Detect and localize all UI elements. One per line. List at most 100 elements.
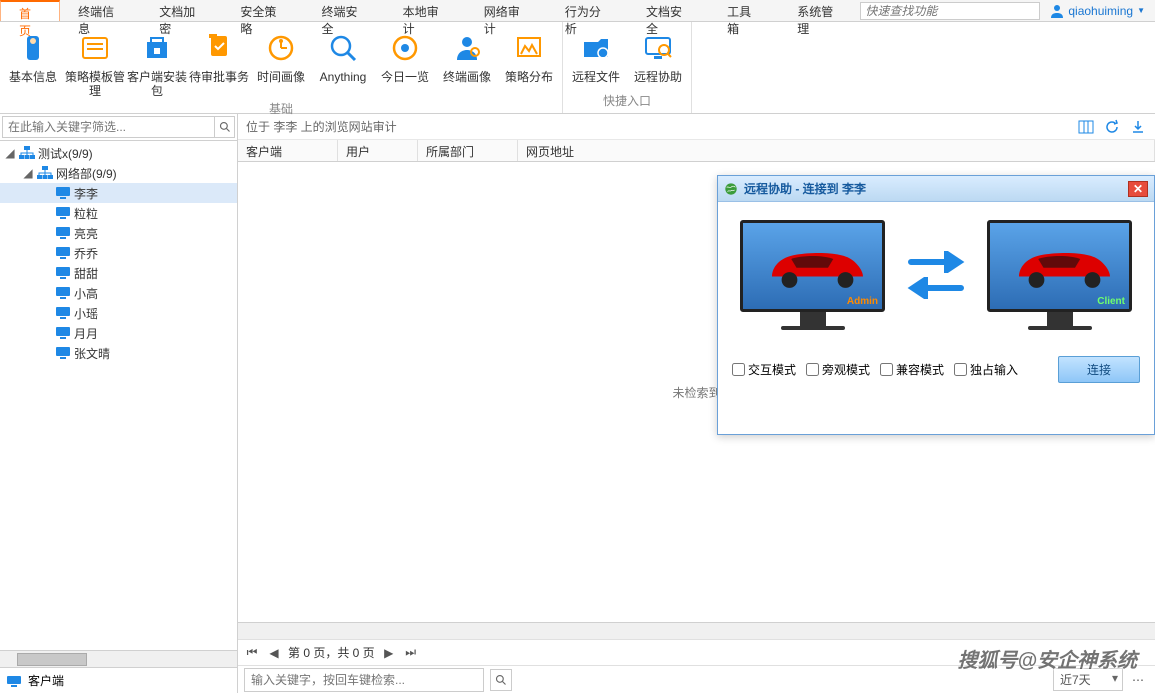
- org-icon: [37, 166, 53, 180]
- search-icon: [495, 674, 507, 686]
- refresh-button[interactable]: [1103, 118, 1121, 136]
- admin-label: Admin: [847, 296, 878, 307]
- sidebar-footer-tab[interactable]: 客户端: [0, 667, 237, 693]
- top-tab-10[interactable]: 系统管理: [779, 0, 860, 21]
- tree-member[interactable]: 甜甜: [0, 263, 237, 283]
- client-label: Client: [1097, 296, 1125, 307]
- top-tab-2[interactable]: 文档加密: [141, 0, 222, 21]
- dialog-close-button[interactable]: ✕: [1128, 181, 1148, 197]
- tree-member[interactable]: 乔乔: [0, 243, 237, 263]
- ribbon-group-label: 快捷入口: [565, 90, 689, 111]
- sidebar-scrollbar[interactable]: [0, 650, 237, 667]
- ribbon-基本信息[interactable]: 基本信息: [2, 26, 64, 98]
- top-tab-1[interactable]: 终端信息: [60, 0, 141, 21]
- user-icon: [1050, 4, 1064, 18]
- ribbon-终端画像[interactable]: 终端画像: [436, 26, 498, 98]
- tree-member[interactable]: 小高: [0, 283, 237, 303]
- filter-input[interactable]: [2, 116, 215, 138]
- ribbon-远程文件[interactable]: 远程文件: [565, 26, 627, 90]
- dialog-titlebar[interactable]: 远程协助 - 连接到 李李 ✕: [718, 176, 1154, 202]
- pc-icon: [55, 266, 71, 280]
- pager-last[interactable]: ⏭: [403, 645, 419, 661]
- pager-prev[interactable]: ◀: [266, 645, 282, 661]
- tree-member[interactable]: 亮亮: [0, 223, 237, 243]
- dropdown-expand[interactable]: ⋯: [1127, 669, 1149, 691]
- col-user[interactable]: 用户: [338, 140, 418, 161]
- ribbon-icon: [17, 32, 49, 64]
- ribbon: 基本信息策略模板管理客户端安装包待审批事务时间画像Anything今日一览终端画…: [0, 22, 1155, 114]
- keyword-search-input[interactable]: [244, 668, 484, 692]
- keyword-search-button[interactable]: [490, 669, 512, 691]
- ribbon-今日一览[interactable]: 今日一览: [374, 26, 436, 98]
- top-tab-7[interactable]: 行为分析: [547, 0, 628, 21]
- car-icon: [765, 241, 870, 291]
- ribbon-时间画像[interactable]: 时间画像: [250, 26, 312, 98]
- bottom-search-bar: 近7天 ⋯: [238, 665, 1155, 693]
- ribbon-策略分布[interactable]: 策略分布: [498, 26, 560, 98]
- tree-member[interactable]: 月月: [0, 323, 237, 343]
- ribbon-icon: [203, 32, 235, 64]
- breadcrumb-bar: 位于 李李 上的浏览网站审计: [238, 114, 1155, 140]
- empty-message: 未检索到: [672, 384, 720, 401]
- content-scrollbar[interactable]: [238, 622, 1155, 639]
- col-client[interactable]: 客户端: [238, 140, 338, 161]
- ribbon-icon: [327, 32, 359, 64]
- tree-member[interactable]: 张文晴: [0, 343, 237, 363]
- collapse-icon[interactable]: ◢: [22, 166, 34, 180]
- date-range-dropdown[interactable]: 近7天: [1053, 668, 1123, 691]
- mode-checkbox-0[interactable]: 交互模式: [732, 361, 796, 378]
- connect-button[interactable]: 连接: [1058, 356, 1140, 383]
- mode-checkbox-3[interactable]: 独占输入: [954, 361, 1018, 378]
- ribbon-icon: [451, 32, 483, 64]
- monitor-icon: [6, 675, 22, 687]
- ribbon-icon: [642, 32, 674, 64]
- car-icon: [1012, 241, 1117, 291]
- top-tab-8[interactable]: 文档安全: [628, 0, 709, 21]
- ribbon-客户端安装包[interactable]: 客户端安装包: [126, 26, 188, 98]
- top-tab-bar: 首页终端信息文档加密安全策略终端安全本地审计网络审计行为分析文档安全工具箱系统管…: [0, 0, 1155, 22]
- tree-member[interactable]: 小瑶: [0, 303, 237, 323]
- mode-checkbox-1[interactable]: 旁观模式: [806, 361, 870, 378]
- top-tab-0[interactable]: 首页: [0, 0, 60, 21]
- filter-search-button[interactable]: [215, 116, 235, 138]
- mode-checkbox-2[interactable]: 兼容模式: [880, 361, 944, 378]
- pc-icon: [55, 286, 71, 300]
- top-tab-4[interactable]: 终端安全: [303, 0, 384, 21]
- monitors-illustration: Admin Client: [732, 220, 1140, 330]
- ribbon-待审批事务[interactable]: 待审批事务: [188, 26, 250, 98]
- ribbon-icon: [79, 32, 111, 64]
- tree-member[interactable]: 李李: [0, 183, 237, 203]
- collapse-icon[interactable]: ◢: [4, 146, 16, 160]
- ribbon-icon: [265, 32, 297, 64]
- top-tab-5[interactable]: 本地审计: [385, 0, 466, 21]
- user-menu[interactable]: qiaohuiming▼: [1040, 0, 1155, 21]
- tree-root[interactable]: ◢测试x(9/9): [0, 143, 237, 163]
- top-tab-6[interactable]: 网络审计: [466, 0, 547, 21]
- pc-icon: [55, 306, 71, 320]
- pc-icon: [55, 346, 71, 360]
- globe-icon: [724, 182, 738, 196]
- ribbon-icon: [141, 32, 173, 64]
- pc-icon: [55, 186, 71, 200]
- col-dept[interactable]: 所属部门: [418, 140, 518, 161]
- sync-arrows-icon: [905, 251, 967, 299]
- pager-first[interactable]: ⏮: [244, 645, 260, 661]
- ribbon-策略模板管理[interactable]: 策略模板管理: [64, 26, 126, 98]
- columns-button[interactable]: [1077, 118, 1095, 136]
- tree-dept[interactable]: ◢网络部(9/9): [0, 163, 237, 183]
- export-button[interactable]: [1129, 118, 1147, 136]
- ribbon-icon: [389, 32, 421, 64]
- sidebar-filter: [0, 114, 237, 141]
- col-url[interactable]: 网页地址: [518, 140, 1155, 161]
- top-tab-9[interactable]: 工具箱: [709, 0, 779, 21]
- sidebar-footer-label: 客户端: [28, 672, 64, 689]
- search-icon: [219, 121, 231, 133]
- quick-search-input[interactable]: [860, 2, 1040, 20]
- dialog-title-text: 远程协助 - 连接到 李李: [744, 180, 866, 197]
- tree-member[interactable]: 粒粒: [0, 203, 237, 223]
- org-tree: ◢测试x(9/9)◢网络部(9/9)李李粒粒亮亮乔乔甜甜小高小瑶月月张文晴: [0, 141, 237, 650]
- pager-next[interactable]: ▶: [381, 645, 397, 661]
- top-tab-3[interactable]: 安全策略: [222, 0, 303, 21]
- ribbon-Anything[interactable]: Anything: [312, 26, 374, 98]
- ribbon-远程协助[interactable]: 远程协助: [627, 26, 689, 90]
